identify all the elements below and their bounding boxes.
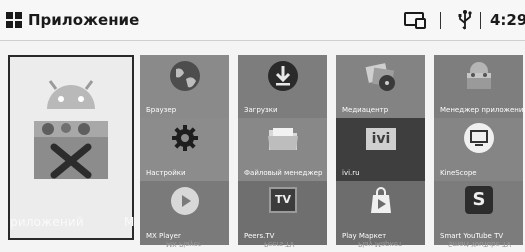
- app-tile-label: Браузер: [146, 106, 177, 114]
- tile-reflection: Smart YouTube TV: [448, 240, 512, 248]
- app-tile-play-market[interactable]: Play Маркет: [336, 181, 425, 245]
- app-tile-label: Настройки: [146, 169, 186, 177]
- featured-label: риложений: [10, 215, 84, 229]
- app-tile-peers-tv[interactable]: TV Peers.TV: [238, 181, 327, 245]
- folder-icon: [267, 128, 298, 150]
- app-tile-file-manager[interactable]: Файловый менеджер: [238, 118, 327, 182]
- divider: [480, 12, 481, 29]
- monitor-icon: [463, 123, 494, 153]
- app-tile-label: Загрузки: [244, 106, 278, 114]
- app-tile-ivi[interactable]: ivi ivi.ru: [336, 118, 425, 182]
- app-tile-browser[interactable]: Браузер: [140, 55, 229, 119]
- store-bag-icon: [370, 187, 391, 213]
- gear-icon: [171, 125, 198, 151]
- ivi-icon: ivi: [366, 128, 396, 150]
- screen-mirror-icon[interactable]: [404, 12, 426, 29]
- globe-icon: [169, 61, 200, 91]
- featured-tile[interactable]: риложений М: [8, 55, 134, 240]
- apps-grid-icon: [6, 12, 22, 28]
- app-tile-label: Файловый менеджер: [244, 169, 323, 177]
- s-icon: S: [465, 186, 493, 214]
- app-tile-label: Менеджер приложений: [440, 106, 525, 114]
- app-tile-label: MX Player: [146, 232, 181, 240]
- clock: 4:29: [490, 11, 525, 29]
- app-tile-mx-player[interactable]: MX Player: [140, 181, 229, 245]
- app-tile-label: Peers.TV: [244, 232, 275, 240]
- app-tile-label: Smart YouTube TV: [440, 232, 504, 240]
- page-title: Приложение: [28, 11, 140, 29]
- android-toolbox-icon: [34, 80, 108, 179]
- media-icon: [365, 63, 395, 91]
- app-tile-label: Play Маркет: [342, 232, 387, 240]
- tile-reflection: MX Player: [166, 240, 201, 248]
- download-icon: [267, 61, 298, 91]
- featured-label-tail: М: [124, 215, 135, 229]
- tv-icon: TV: [269, 187, 297, 213]
- play-icon: [170, 187, 199, 215]
- tile-reflection: Peers TV: [264, 240, 295, 248]
- app-tile-label: Медиацентр: [342, 106, 389, 114]
- status-bar: Приложение 4:29: [0, 0, 525, 41]
- android-icon: [466, 62, 491, 89]
- tile-reflection: Play Маркет: [358, 240, 403, 248]
- app-tile-label: ivi.ru: [342, 169, 360, 177]
- app-tile-mediacenter[interactable]: Медиацентр: [336, 55, 425, 119]
- app-tile-label: KineScope: [440, 169, 477, 177]
- app-tile-settings[interactable]: Настройки: [140, 118, 229, 182]
- app-tile-kinescope[interactable]: KineScope: [434, 118, 523, 182]
- usb-icon: [458, 10, 472, 30]
- app-tile-app-manager[interactable]: Менеджер приложений: [434, 55, 525, 119]
- app-tile-smart-youtube-tv[interactable]: S Smart YouTube TV: [434, 181, 523, 245]
- divider: [440, 12, 441, 29]
- app-tile-downloads[interactable]: Загрузки: [238, 55, 327, 119]
